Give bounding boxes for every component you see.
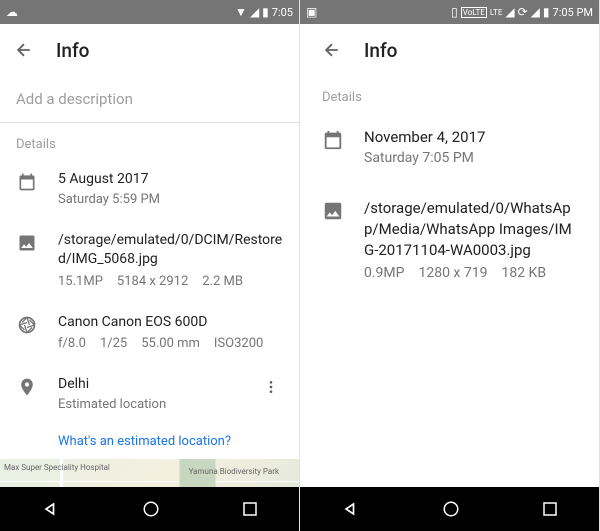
date-row: November 4, 2017 Saturday 7:05 PM xyxy=(300,111,599,182)
battery-icon: ▮ xyxy=(262,5,269,19)
camera-name: Canon Canon EOS 600D xyxy=(58,313,283,333)
nav-home-button[interactable] xyxy=(442,500,460,518)
signal2-icon: ◢ xyxy=(531,5,540,19)
file-path: /storage/emulated/0/DCIM/Restored/IMG_50… xyxy=(58,231,283,270)
content-left: Add a description Details 5 August 2017 … xyxy=(0,76,299,487)
file-row: /storage/emulated/0/WhatsApp/Media/Whats… xyxy=(300,182,599,297)
location-name: Delhi xyxy=(58,375,239,395)
file-size: 2.2 MB xyxy=(202,274,243,289)
navbar-left xyxy=(0,487,299,531)
nav-back-button[interactable] xyxy=(341,499,361,519)
location-icon xyxy=(16,375,38,397)
image-icon xyxy=(16,231,38,253)
nav-recent-button[interactable] xyxy=(241,500,259,518)
map-preview[interactable]: Max Super Speciality Hospital SHALIMAR B… xyxy=(0,459,299,487)
camera-iso: ISO3200 xyxy=(214,336,263,351)
content-right: Details November 4, 2017 Saturday 7:05 P… xyxy=(300,76,599,487)
location-row: Delhi Estimated location xyxy=(0,363,299,424)
sim-icon: ▣ xyxy=(306,5,317,19)
lte-label: LTE xyxy=(490,8,503,17)
statusbar-left: ☁ ▼ ◢ ▮ 7:05 xyxy=(0,0,299,24)
statusbar-time: 7:05 xyxy=(272,6,293,19)
details-label: Details xyxy=(300,76,599,111)
camera-row: Canon Canon EOS 600D f/8.0 1/25 55.00 mm… xyxy=(0,301,299,364)
more-button[interactable] xyxy=(259,375,283,399)
camera-shutter: 1/25 xyxy=(100,336,127,351)
details-label: Details xyxy=(0,123,299,158)
header-right: Info xyxy=(300,24,599,76)
wifi-icon: ▼ xyxy=(235,5,247,19)
file-mp: 0.9MP xyxy=(364,265,404,281)
signal-icon: ◢ xyxy=(250,5,259,19)
file-path: /storage/emulated/0/WhatsApp/Media/Whats… xyxy=(364,198,577,261)
calendar-icon xyxy=(16,170,38,192)
statusbar-right: ▣ ▯ VoLTE LTE ◢ ⟳ ◢ ▮ 7:05 PM xyxy=(300,0,599,24)
phone-right: ▣ ▯ VoLTE LTE ◢ ⟳ ◢ ▮ 7:05 PM Info Detai… xyxy=(300,0,600,531)
volte-badge: VoLTE xyxy=(461,7,487,18)
file-dimensions: 5184 x 2912 xyxy=(117,274,188,289)
location-type: Estimated location xyxy=(58,397,239,412)
statusbar-time: 7:05 PM xyxy=(553,6,593,19)
vibrate-icon: ▯ xyxy=(451,5,458,19)
page-title: Info xyxy=(56,39,89,62)
nav-recent-button[interactable] xyxy=(541,500,559,518)
nav-back-button[interactable] xyxy=(41,499,61,519)
file-row: /storage/emulated/0/DCIM/Restored/IMG_50… xyxy=(0,219,299,301)
date-row: 5 August 2017 Saturday 5:59 PM xyxy=(0,158,299,219)
date-secondary: Saturday 7:05 PM xyxy=(364,150,577,166)
file-mp: 15.1MP xyxy=(58,274,103,289)
nav-home-button[interactable] xyxy=(142,500,160,518)
date-secondary: Saturday 5:59 PM xyxy=(58,192,283,207)
estimated-location-link[interactable]: What's an estimated location? xyxy=(0,424,299,459)
date-primary: November 4, 2017 xyxy=(364,127,577,148)
sync-icon: ⟳ xyxy=(518,5,528,19)
calendar-icon xyxy=(322,127,344,151)
file-dimensions: 1280 x 719 xyxy=(418,265,487,281)
cloud-icon: ☁ xyxy=(6,5,18,19)
header-left: Info xyxy=(0,24,299,76)
image-icon xyxy=(322,198,344,222)
signal-icon: ◢ xyxy=(505,5,514,19)
page-title: Info xyxy=(364,39,397,62)
back-button[interactable] xyxy=(14,40,34,60)
map-label-d: Yamuna Biodiversity Park xyxy=(189,467,279,476)
date-primary: 5 August 2017 xyxy=(58,170,283,190)
camera-focal: 55.00 mm xyxy=(141,336,200,351)
map-label-a: Max Super Speciality Hospital xyxy=(4,463,110,472)
battery-icon: ▮ xyxy=(543,5,550,19)
camera-aperture: f/8.0 xyxy=(58,336,86,351)
navbar-right xyxy=(300,487,599,531)
phone-left: ☁ ▼ ◢ ▮ 7:05 Info Add a description Deta… xyxy=(0,0,300,531)
back-button[interactable] xyxy=(322,40,342,60)
description-input[interactable]: Add a description xyxy=(0,76,299,123)
aperture-icon xyxy=(16,313,38,335)
file-size: 182 KB xyxy=(501,265,546,281)
